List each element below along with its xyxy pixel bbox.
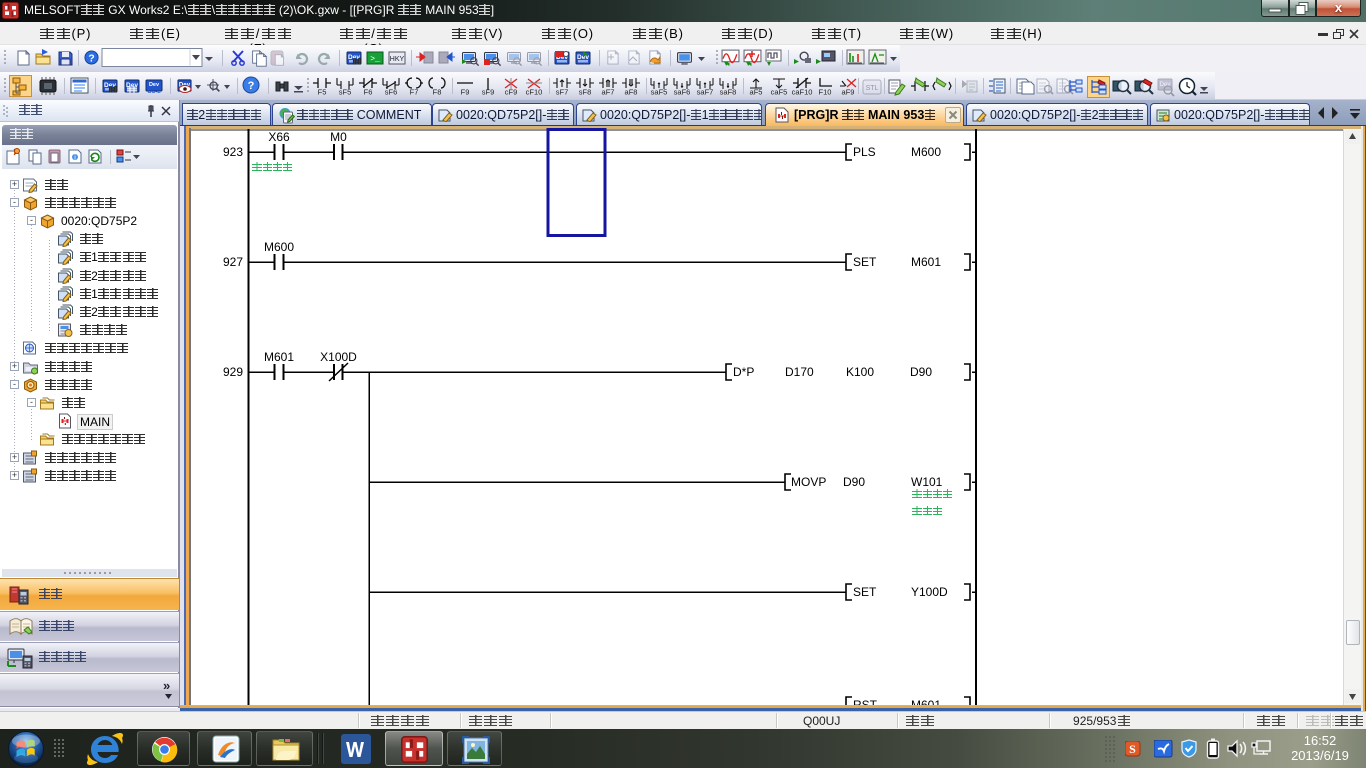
svg-text:sF9: sF9 (482, 88, 495, 97)
svg-text:>_: >_ (370, 55, 380, 64)
svg-text:M601: M601 (911, 698, 941, 705)
svg-text:?: ? (248, 80, 255, 92)
svg-text:927: 927 (223, 255, 243, 269)
svg-text:saF5: saF5 (651, 88, 668, 97)
svg-text:M600: M600 (264, 240, 294, 254)
svg-text:Dev: Dev (149, 82, 160, 88)
svg-text:F7: F7 (410, 88, 419, 97)
svg-text:M600: M600 (911, 145, 941, 159)
svg-text:sF6: sF6 (385, 88, 398, 97)
svg-text:923: 923 (223, 145, 243, 159)
svg-text:STL: STL (866, 85, 879, 92)
svg-text:Y100D: Y100D (911, 585, 948, 599)
svg-text:HKY: HKY (390, 56, 405, 63)
svg-text:PLS: PLS (853, 145, 876, 159)
svg-text:SET: SET (853, 255, 877, 269)
svg-text:CC-L: CC-L (147, 89, 161, 95)
svg-text:MOVP: MOVP (791, 475, 826, 489)
svg-text:saF7: saF7 (697, 88, 714, 97)
svg-text:F6: F6 (364, 88, 373, 97)
svg-text:M601: M601 (911, 255, 941, 269)
svg-text:W101: W101 (911, 475, 943, 489)
svg-text:sF5: sF5 (339, 88, 352, 97)
svg-text:F10: F10 (819, 88, 832, 97)
svg-text:929: 929 (223, 365, 243, 379)
svg-text:aF5: aF5 (750, 88, 763, 97)
svg-text:D170: D170 (785, 365, 814, 379)
svg-text:cF9: cF9 (505, 88, 518, 97)
svg-text:aF7: aF7 (602, 88, 615, 97)
svg-text:RST: RST (853, 698, 878, 705)
svg-text:X100D: X100D (320, 350, 357, 364)
svg-text:aF9: aF9 (842, 88, 855, 97)
svg-text:D*P: D*P (733, 365, 754, 379)
svg-text:sF8: sF8 (579, 88, 592, 97)
svg-text:aF8: aF8 (625, 88, 638, 97)
svg-text:caF5: caF5 (771, 88, 788, 97)
svg-text:saF6: saF6 (674, 88, 691, 97)
svg-text:SET: SET (853, 585, 877, 599)
svg-text:M601: M601 (264, 350, 294, 364)
svg-text:K100: K100 (846, 365, 874, 379)
svg-text:F8: F8 (433, 88, 442, 97)
svg-text:saF8: saF8 (720, 88, 737, 97)
svg-text:X66: X66 (268, 130, 290, 144)
svg-text:F9: F9 (461, 88, 470, 97)
svg-text:caF10: caF10 (792, 88, 813, 97)
svg-text:F5: F5 (318, 88, 327, 97)
svg-text:D90: D90 (843, 475, 865, 489)
svg-text:M0: M0 (330, 130, 347, 144)
svg-text:sF7: sF7 (556, 88, 569, 97)
svg-text:S: S (1129, 742, 1136, 756)
svg-text:D90: D90 (910, 365, 932, 379)
svg-text:cF10: cF10 (526, 88, 543, 97)
